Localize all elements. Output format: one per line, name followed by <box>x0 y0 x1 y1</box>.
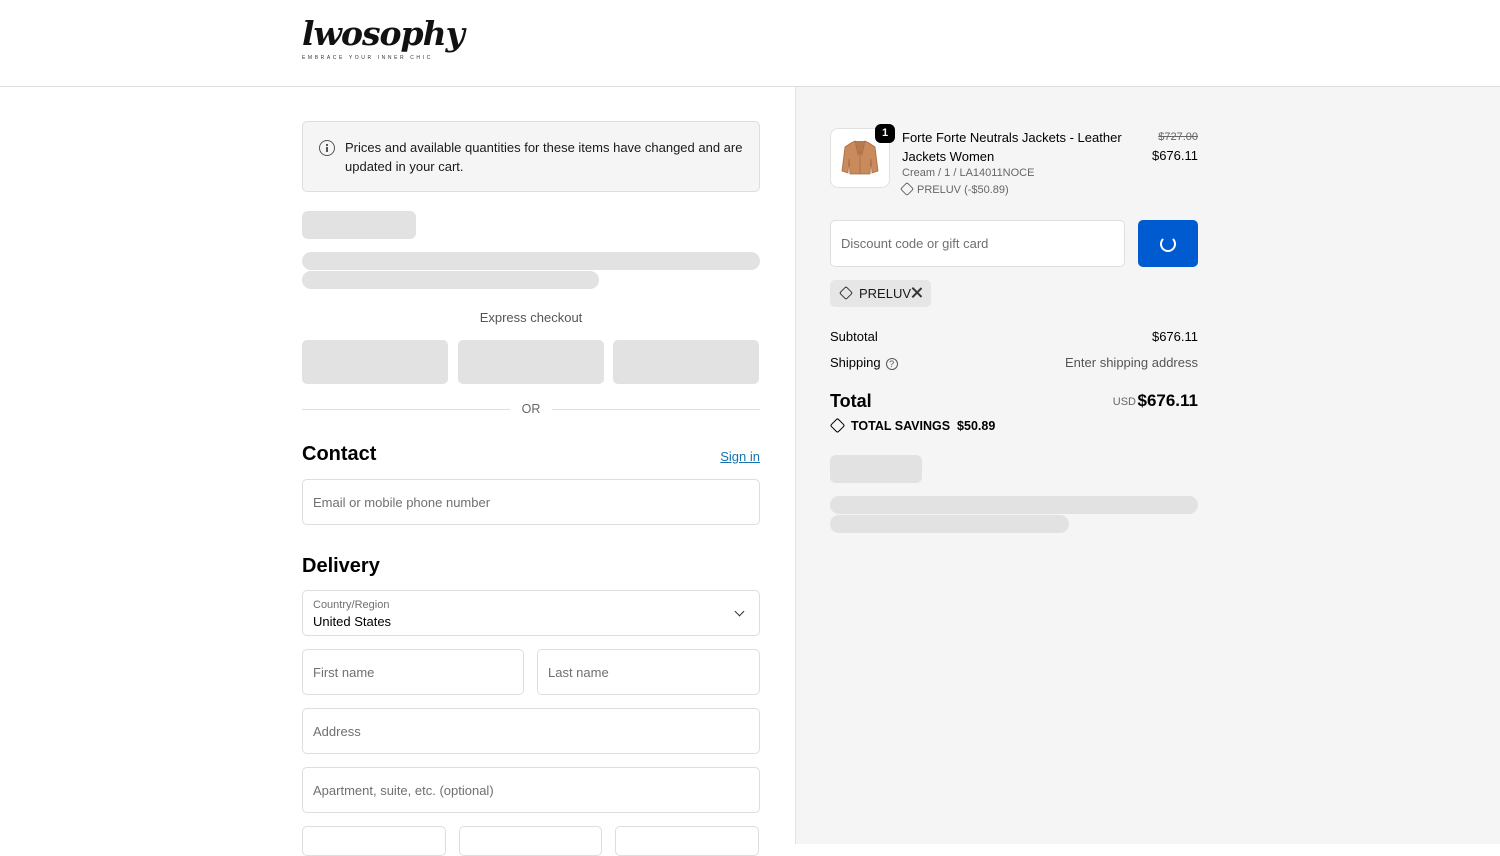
applied-code: PRELUV <box>859 286 912 301</box>
product-discount: PRELUV (-$50.89) <box>899 181 1009 197</box>
site-header: lwosophy EMBRACE YOUR INNER CHIC <box>0 0 1500 87</box>
state-select[interactable] <box>459 826 602 856</box>
email-field[interactable] <box>303 480 759 524</box>
total-value: $676.11 <box>1137 391 1198 410</box>
total-savings: TOTAL SAVINGS $50.89 <box>829 417 996 434</box>
divider-line <box>552 409 760 410</box>
brand-logo[interactable]: lwosophy EMBRACE YOUR INNER CHIC <box>302 14 465 68</box>
subtotal-value: $676.11 <box>1151 329 1198 344</box>
apply-discount-button[interactable] <box>1138 220 1198 267</box>
skeleton-line <box>830 515 1069 533</box>
brand-tagline: EMBRACE YOUR INNER CHIC <box>302 55 433 61</box>
skeleton-title <box>830 455 922 483</box>
first-name-field[interactable] <box>303 650 523 694</box>
express-checkout-label: Express checkout <box>479 310 583 325</box>
skeleton-line <box>830 496 1198 514</box>
contact-heading: Contact <box>302 443 377 465</box>
applied-discount-chip: PRELUV <box>830 280 931 307</box>
skeleton-title <box>302 211 416 239</box>
product-discount-text: PRELUV (-$50.89) <box>917 184 1009 196</box>
brand-name: lwosophy <box>302 14 465 53</box>
last-name-field[interactable] <box>538 650 759 694</box>
shipping-row: Shipping? <box>830 355 898 370</box>
total-label: Total <box>830 391 872 411</box>
shipping-label: Shipping <box>830 355 881 370</box>
info-icon <box>319 140 335 156</box>
tag-icon <box>829 417 846 434</box>
remove-discount-icon[interactable] <box>910 286 924 300</box>
address-field-wrapper <box>302 708 760 754</box>
country-value: United States <box>313 614 392 629</box>
sign-in-link[interactable]: Sign in <box>690 449 760 464</box>
skeleton-line <box>302 252 760 270</box>
apartment-field-wrapper <box>302 767 760 813</box>
product-name: Forte Forte Neutrals Jackets - Leather J… <box>902 130 1122 164</box>
first-name-field-wrapper <box>302 649 524 695</box>
last-name-field-wrapper <box>537 649 760 695</box>
express-payment-button[interactable] <box>613 340 759 384</box>
city-field[interactable] <box>302 826 446 856</box>
country-select[interactable]: Country/Region United States <box>302 590 760 636</box>
delivery-heading: Delivery <box>302 555 380 577</box>
savings-label: TOTAL SAVINGS <box>851 419 951 433</box>
price-change-notice: Prices and available quantities for thes… <box>302 121 760 192</box>
discount-field-wrapper <box>830 220 1125 267</box>
or-divider: OR <box>302 401 760 419</box>
apartment-field[interactable] <box>303 768 759 812</box>
chevron-down-icon <box>734 606 745 617</box>
loading-spinner-icon <box>1160 236 1176 252</box>
tag-icon <box>838 285 854 301</box>
address-field[interactable] <box>303 709 759 753</box>
express-payment-button[interactable] <box>302 340 448 384</box>
savings-value: $50.89 <box>957 419 996 433</box>
country-label: Country/Region <box>313 599 390 611</box>
current-price: $676.11 <box>1151 148 1198 163</box>
help-icon[interactable]: ? <box>885 358 898 370</box>
shipping-value: Enter shipping address <box>1065 355 1198 370</box>
original-price: $727.00 <box>1158 131 1198 143</box>
express-payment-button[interactable] <box>458 340 604 384</box>
zip-field[interactable] <box>615 826 759 856</box>
product-variant: Cream / 1 / LA14011NOCE <box>902 167 1035 179</box>
discount-code-field[interactable] <box>831 221 1124 266</box>
tag-icon <box>899 181 915 197</box>
skeleton-line <box>302 271 599 289</box>
notice-text: Prices and available quantities for thes… <box>345 140 743 174</box>
email-field-wrapper <box>302 479 760 525</box>
quantity-badge: 1 <box>875 124 895 143</box>
subtotal-label: Subtotal <box>830 329 878 344</box>
